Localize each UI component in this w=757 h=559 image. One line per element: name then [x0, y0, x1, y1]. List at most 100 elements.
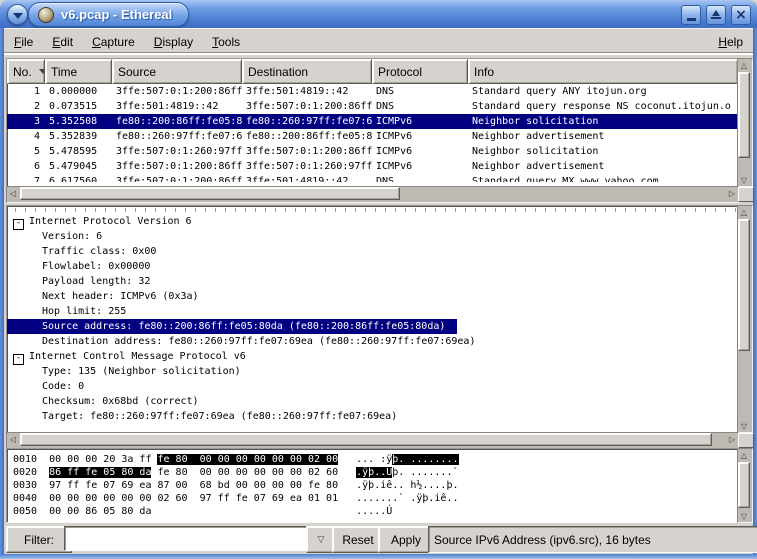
hex-row[interactable]: 003097 ff fe 07 69 ea 87 00 68 bd 00 00 …: [13, 479, 738, 492]
packet-row[interactable]: 20.0735153ffe:501:4819::423ffe:507:0:1:2…: [7, 99, 738, 114]
title-pill: v6.pcap - Ethereal: [28, 2, 189, 27]
hex-bytes: 00 00 00 00 00 00 02 60 97 ff fe 07 69 e…: [49, 492, 338, 505]
column-header-label: Protocol: [378, 65, 422, 79]
scroll-right-icon[interactable]: ▷: [726, 187, 738, 200]
cell-time: 5.479045: [45, 159, 112, 174]
menu-help[interactable]: Help: [718, 35, 743, 49]
scroll-up-icon[interactable]: △: [738, 449, 750, 461]
scroll-down-icon[interactable]: ▽: [738, 510, 750, 522]
cell-protocol: DNS: [372, 174, 468, 182]
packet-row[interactable]: 45.352839fe80::260:97ff:fe07:6fe80::200:…: [7, 129, 738, 144]
detail-row-text: Destination address: fe80::260:97ff:fe07…: [7, 334, 475, 349]
column-header-label: Info: [474, 65, 494, 79]
packet-row[interactable]: 65.4790453ffe:507:0:1:200:86ff3ffe:507:0…: [7, 159, 738, 174]
pane-resize-handle[interactable]: [738, 433, 754, 448]
packet-list-vscrollbar[interactable]: △▽: [737, 58, 753, 187]
detail-row[interactable]: Hop limit: 255: [7, 304, 738, 319]
hex-bytes: 86 ff fe 05 80 da fe 80 00 00 00 00 00 0…: [49, 466, 338, 479]
menu-file[interactable]: File: [14, 35, 33, 49]
close-button[interactable]: ×: [731, 5, 751, 25]
detail-row[interactable]: Target: fe80::260:97ff:fe07:69ea (fe80::…: [7, 409, 738, 424]
column-header-info[interactable]: Info: [468, 59, 738, 84]
scroll-left-icon[interactable]: ◁: [7, 433, 19, 446]
cell-protocol: DNS: [372, 84, 468, 99]
hex-ascii-segment: ... :ÿ: [356, 454, 392, 465]
scroll-right-icon[interactable]: ▷: [726, 433, 738, 446]
window-border-bottom: [0, 554, 757, 559]
packet-row[interactable]: 76.6175603ffe:507:0:1:200:86ff3ffe:501:4…: [7, 174, 738, 182]
reset-button[interactable]: Reset: [332, 526, 384, 553]
cell-destination: fe80::260:97ff:fe07:6: [242, 114, 372, 129]
packet-detail-hscrollbar[interactable]: ◁▷: [6, 432, 739, 449]
cell-time: 0.073515: [45, 99, 112, 114]
filter-input[interactable]: [64, 526, 310, 551]
filter-button[interactable]: Filter:: [6, 526, 72, 553]
cell-info: Standard query MX www.yahoo.com: [468, 174, 738, 182]
maximize-button[interactable]: [706, 5, 726, 25]
scrollbar-thumb[interactable]: [738, 72, 750, 158]
packet-list-header: No. Time SourceDestination Protocol Info: [7, 59, 738, 84]
detail-row[interactable]: Next header: ICMPv6 (0x3a): [7, 289, 738, 304]
cell-source: 3ffe:507:0:1:260:97ff: [112, 144, 242, 159]
detail-row[interactable]: Traffic class: 0x00: [7, 244, 738, 259]
pane-resize-handle[interactable]: [738, 187, 754, 202]
minimize-button[interactable]: [681, 5, 701, 25]
detail-row[interactable]: Payload length: 32: [7, 274, 738, 289]
hex-row[interactable]: 001000 00 00 20 3a ff fe 80 00 00 00 00 …: [13, 453, 738, 466]
scrollbar-thumb[interactable]: [738, 462, 750, 508]
detail-row[interactable]: Checksum: 0x68bd (correct): [7, 394, 738, 409]
hex-dump-vscrollbar[interactable]: △▽: [737, 448, 753, 523]
cell-info: Neighbor advertisement: [468, 129, 738, 144]
column-header-no[interactable]: No.: [7, 59, 45, 84]
column-header-label: Time: [51, 65, 77, 79]
scrollbar-thumb[interactable]: [20, 187, 400, 200]
detail-row[interactable]: Flowlabel: 0x00000: [7, 259, 738, 274]
cell-info: Neighbor solicitation: [468, 144, 738, 159]
apply-button[interactable]: Apply: [378, 526, 434, 553]
detail-row[interactable]: -Internet Protocol Version 6: [7, 214, 738, 229]
hex-bytes-highlight: fe 80 00 00 00 00 00 00 02 00: [157, 454, 338, 465]
scroll-left-icon[interactable]: ◁: [7, 187, 19, 200]
chevron-down-icon: [13, 13, 23, 19]
scroll-up-icon[interactable]: △: [738, 206, 750, 218]
scrollbar-thumb[interactable]: [738, 219, 750, 351]
window-menu-button[interactable]: [7, 4, 28, 25]
menu-display[interactable]: Display: [154, 35, 193, 49]
hex-row[interactable]: 005000 00 86 05 80 da.....Ú: [13, 505, 738, 518]
packet-list-hscrollbar[interactable]: ◁▷: [6, 186, 739, 203]
detail-row[interactable]: Version: 6: [7, 229, 738, 244]
column-header-destination[interactable]: Destination: [242, 59, 372, 84]
detail-row-text: -Internet Protocol Version 6: [7, 214, 192, 229]
column-header-protocol[interactable]: Protocol: [372, 59, 468, 84]
cell-time: 0.000000: [45, 84, 112, 99]
scroll-up-icon[interactable]: △: [738, 59, 750, 71]
detail-row[interactable]: Source address: fe80::200:86ff:fe05:80da…: [7, 319, 738, 334]
minimize-icon: [687, 18, 696, 21]
scroll-down-icon[interactable]: ▽: [738, 420, 750, 432]
detail-row-text: Target: fe80::260:97ff:fe07:69ea (fe80::…: [7, 409, 397, 424]
detail-row[interactable]: Type: 135 (Neighbor solicitation): [7, 364, 738, 379]
packet-row[interactable]: 35.352508fe80::200:86ff:fe05:8fe80::260:…: [7, 114, 738, 129]
menu-bar: File Edit Capture Display Tools Help: [4, 28, 753, 55]
menu-edit[interactable]: Edit: [52, 35, 73, 49]
ethereal-app-icon: [38, 7, 54, 23]
packet-row[interactable]: 55.4785953ffe:507:0:1:260:97ff3ffe:507:0…: [7, 144, 738, 159]
packet-detail-vscrollbar[interactable]: △▽: [737, 205, 753, 433]
hex-offset: 0040: [13, 492, 37, 505]
scrollbar-thumb[interactable]: [20, 433, 712, 446]
packet-detail-rows: -Internet Protocol Version 6Version: 6Tr…: [7, 214, 738, 424]
detail-row[interactable]: Destination address: fe80::260:97ff:fe07…: [7, 334, 738, 349]
hex-row[interactable]: 0040 00 00 00 00 00 00 02 60 97 ff fe 07 …: [13, 492, 738, 505]
menu-capture[interactable]: Capture: [92, 35, 135, 49]
detail-row[interactable]: Code: 0: [7, 379, 738, 394]
detail-row[interactable]: -Internet Control Message Protocol v6: [7, 349, 738, 364]
title-bar[interactable]: v6.pcap - Ethereal ×: [0, 0, 757, 28]
hex-offset: 0010: [13, 453, 37, 466]
column-header-source[interactable]: Source: [112, 59, 242, 84]
menu-tools[interactable]: Tools: [212, 35, 240, 49]
packet-list-pane: No. Time SourceDestination Protocol Info 10.…: [6, 58, 739, 187]
scroll-down-icon[interactable]: ▽: [738, 174, 750, 186]
packet-row[interactable]: 10.0000003ffe:507:0:1:200:86ff3ffe:501:4…: [7, 84, 738, 99]
hex-row[interactable]: 002086 ff fe 05 80 da fe 80 00 00 00 00 …: [13, 466, 738, 479]
column-header-time[interactable]: Time: [45, 59, 112, 84]
